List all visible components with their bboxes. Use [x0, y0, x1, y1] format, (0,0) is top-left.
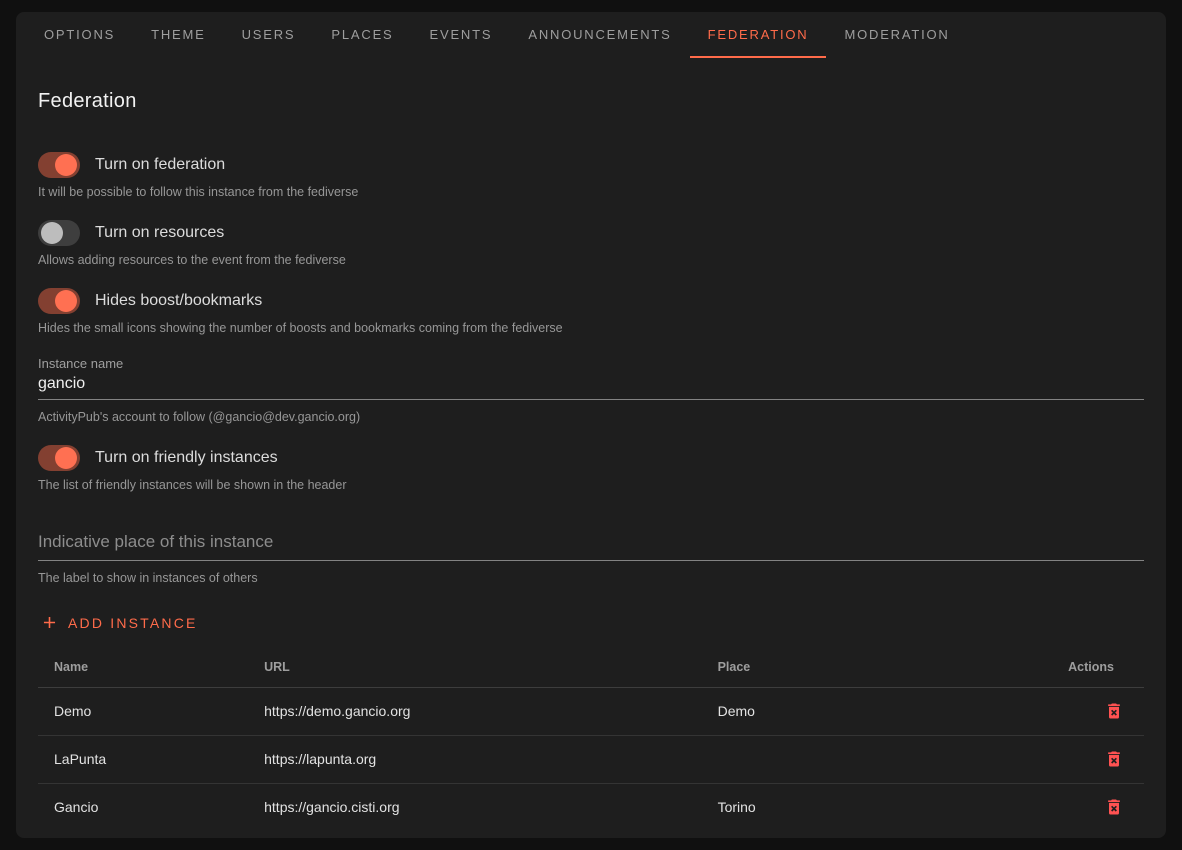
table-row: Demo https://demo.gancio.org Demo — [38, 687, 1144, 735]
tab-moderation[interactable]: MODERATION — [826, 12, 967, 58]
setting-label: Turn on resources — [95, 224, 224, 242]
setting-label: Turn on friendly instances — [95, 449, 278, 467]
add-instance-label: ADD INSTANCE — [68, 615, 198, 631]
setting-hint: Hides the small icons showing the number… — [38, 321, 1144, 335]
cell-actions — [1044, 783, 1144, 831]
delete-instance-button[interactable] — [1104, 699, 1124, 721]
admin-tabs: OPTIONS THEME USERS PLACES EVENTS ANNOUN… — [16, 12, 1166, 58]
column-header-name: Name — [38, 647, 248, 687]
instance-place-field-group: The label to show in instances of others — [38, 528, 1144, 585]
page-title: Federation — [38, 90, 1144, 113]
instance-name-label: Instance name — [38, 356, 1144, 371]
toggle-thumb — [41, 222, 63, 244]
instance-name-field-group: Instance name ActivityPub's account to f… — [38, 356, 1144, 424]
setting-row-federation: Turn on federation — [38, 151, 1144, 179]
cell-place — [702, 735, 1045, 783]
add-instance-button[interactable]: ADD INSTANCE — [40, 609, 206, 636]
instance-place-hint: The label to show in instances of others — [38, 571, 1144, 585]
admin-panel-card: OPTIONS THEME USERS PLACES EVENTS ANNOUN… — [16, 12, 1166, 838]
setting-hint: It will be possible to follow this insta… — [38, 185, 1144, 199]
column-header-url: URL — [248, 647, 701, 687]
tab-announcements[interactable]: ANNOUNCEMENTS — [510, 12, 689, 58]
cell-name: Demo — [38, 687, 248, 735]
setting-row-friendly-instances: Turn on friendly instances — [38, 444, 1144, 472]
setting-hint: Allows adding resources to the event fro… — [38, 253, 1144, 267]
column-header-actions: Actions — [1044, 647, 1144, 687]
instance-place-input[interactable] — [38, 528, 1144, 561]
instance-name-input[interactable] — [38, 371, 1144, 400]
setting-row-resources: Turn on resources — [38, 219, 1144, 247]
delete-forever-icon — [1104, 797, 1124, 817]
setting-row-hide-boosts: Hides boost/bookmarks — [38, 287, 1144, 315]
cell-url: https://gancio.cisti.org — [248, 783, 701, 831]
setting-label: Hides boost/bookmarks — [95, 292, 262, 310]
tab-federation[interactable]: FEDERATION — [690, 12, 827, 58]
federation-settings: Federation Turn on federation It will be… — [16, 90, 1166, 831]
table-row: LaPunta https://lapunta.org — [38, 735, 1144, 783]
delete-forever-icon — [1104, 701, 1124, 721]
tab-places[interactable]: PLACES — [313, 12, 411, 58]
hide-boosts-toggle[interactable] — [38, 288, 80, 314]
tab-users[interactable]: USERS — [224, 12, 314, 58]
instance-name-hint: ActivityPub's account to follow (@gancio… — [38, 410, 1144, 424]
setting-hint: The list of friendly instances will be s… — [38, 478, 1144, 492]
cell-name: Gancio — [38, 783, 248, 831]
resources-toggle[interactable] — [38, 220, 80, 246]
table-row: Gancio https://gancio.cisti.org Torino — [38, 783, 1144, 831]
cell-place: Demo — [702, 687, 1045, 735]
cell-name: LaPunta — [38, 735, 248, 783]
cell-url: https://demo.gancio.org — [248, 687, 701, 735]
federation-toggle[interactable] — [38, 152, 80, 178]
table-header-row: Name URL Place Actions — [38, 647, 1144, 687]
cell-url: https://lapunta.org — [248, 735, 701, 783]
toggle-thumb — [55, 154, 77, 176]
cell-actions — [1044, 687, 1144, 735]
plus-icon — [40, 613, 59, 632]
delete-instance-button[interactable] — [1104, 795, 1124, 817]
toggle-thumb — [55, 290, 77, 312]
delete-forever-icon — [1104, 749, 1124, 769]
cell-actions — [1044, 735, 1144, 783]
cell-place: Torino — [702, 783, 1045, 831]
tab-theme[interactable]: THEME — [133, 12, 224, 58]
toggle-thumb — [55, 447, 77, 469]
setting-label: Turn on federation — [95, 156, 225, 174]
tab-options[interactable]: OPTIONS — [26, 12, 133, 58]
friendly-instances-toggle[interactable] — [38, 445, 80, 471]
column-header-place: Place — [702, 647, 1045, 687]
instances-table: Name URL Place Actions Demo https://demo… — [38, 647, 1144, 831]
tab-events[interactable]: EVENTS — [412, 12, 511, 58]
delete-instance-button[interactable] — [1104, 747, 1124, 769]
